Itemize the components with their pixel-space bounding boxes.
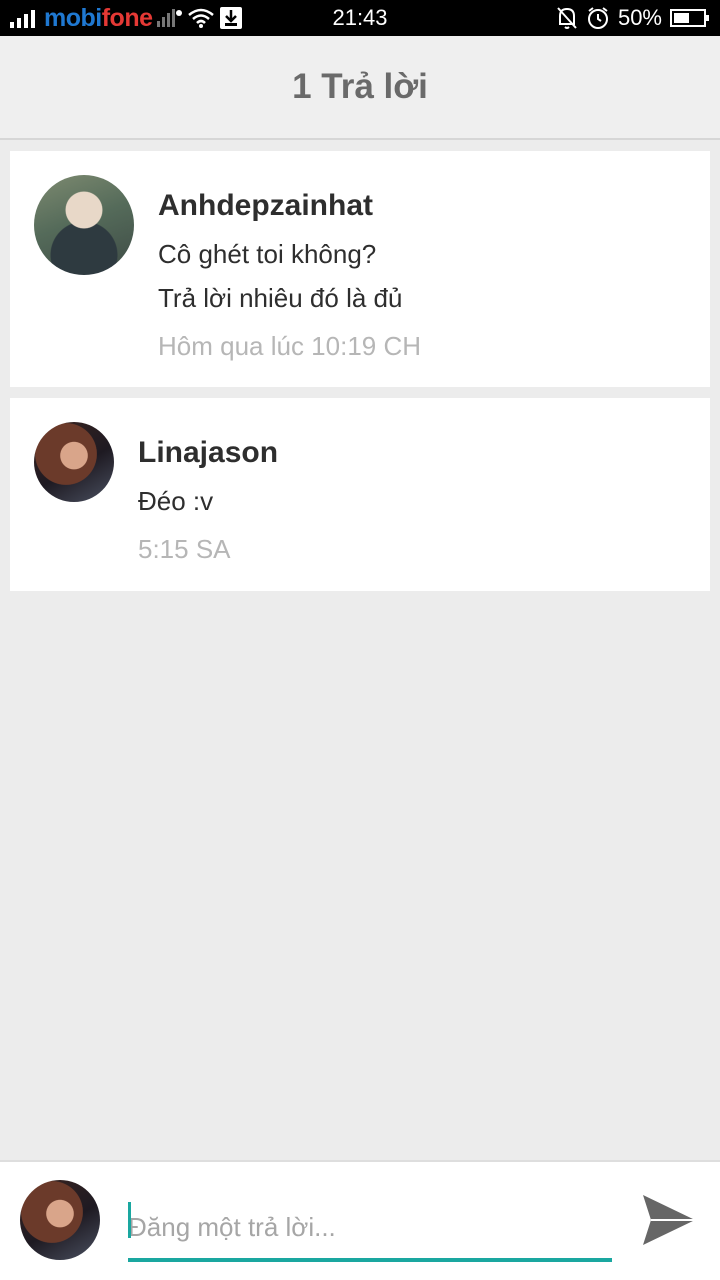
battery-icon	[670, 8, 710, 28]
battery-percent: 50%	[617, 5, 662, 30]
text-cursor	[128, 1202, 131, 1238]
mute-bell-icon	[556, 6, 578, 30]
comment-card[interactable]: Anhdepzainhat Cô ghét toi không? Trả lời…	[10, 151, 710, 387]
comment-text-line: Đéo :v	[138, 486, 214, 516]
comment-timestamp: Hôm qua lúc 10:19 CH	[158, 331, 422, 361]
send-button[interactable]	[640, 1192, 698, 1248]
reply-input[interactable]	[128, 1196, 612, 1262]
comment-text-line: Trả lời nhiêu đó là đủ	[158, 283, 403, 313]
avatar[interactable]	[34, 175, 134, 275]
comment-text-line: Cô ghét toi không?	[158, 239, 377, 269]
header-bar: 1 Trả lời	[0, 36, 720, 140]
current-user-avatar	[20, 1180, 100, 1260]
page-title: 1 Trả lời	[292, 67, 428, 106]
status-right: 50%	[556, 0, 710, 36]
alarm-icon	[586, 6, 610, 30]
status-bar: mobifone 21:43 50%	[0, 0, 720, 36]
comment-username[interactable]: Anhdepzainhat	[158, 189, 373, 223]
avatar[interactable]	[34, 422, 114, 502]
comment-card[interactable]: Linajason Đéo :v 5:15 SA	[10, 398, 710, 591]
send-icon	[643, 1195, 695, 1245]
comment-username[interactable]: Linajason	[138, 436, 278, 470]
comment-timestamp: 5:15 SA	[138, 534, 231, 564]
